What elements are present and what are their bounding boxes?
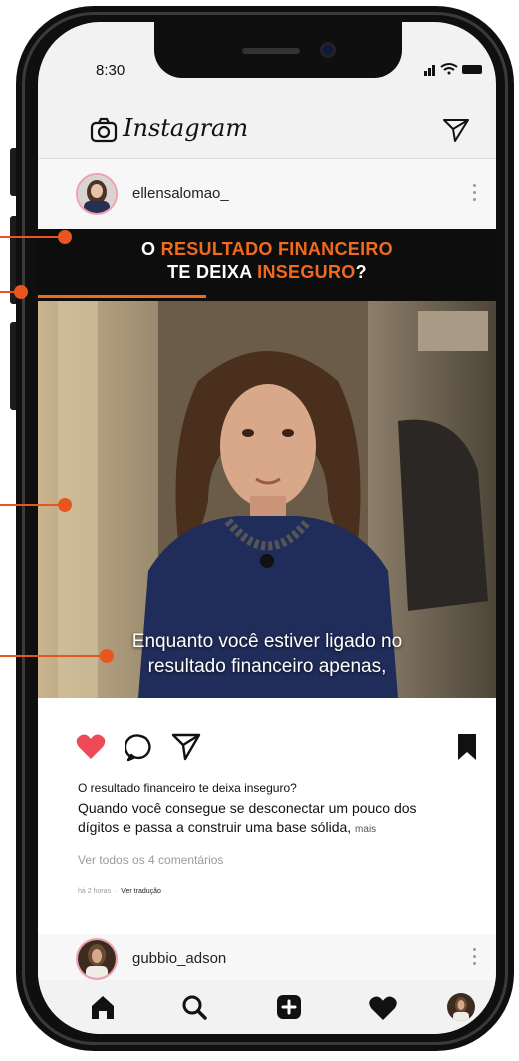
banner-line-2: TE DEIXA INSEGURO? (167, 262, 367, 282)
instagram-logo: Instagram (123, 114, 249, 142)
activity-heart-icon[interactable] (368, 995, 398, 1021)
callout-line-4 (0, 655, 104, 657)
translate-link[interactable]: Ver tradução (121, 888, 161, 895)
bookmark-icon[interactable] (456, 732, 478, 762)
home-icon[interactable] (90, 994, 116, 1020)
bottom-nav (38, 980, 496, 1034)
caption-title: O resultado financeiro te deixa inseguro… (78, 781, 297, 795)
comment-icon[interactable] (125, 733, 155, 763)
post-meta: há 2 horas · Ver tradução (78, 888, 161, 895)
post-time: há 2 horas (78, 888, 112, 895)
banner-line-1: O RESULTADO FINANCEIRO (141, 239, 393, 259)
callout-line-1 (0, 236, 62, 238)
phone-frame: 8:30 Instagram ellensalomao_ O RESULTADO… (16, 6, 514, 1051)
signal-icon (424, 65, 435, 76)
search-icon[interactable] (181, 994, 207, 1020)
speaker-grille (242, 48, 300, 54)
share-icon[interactable] (171, 732, 201, 762)
more-link[interactable]: mais (355, 824, 376, 835)
meta-separator: · (114, 888, 118, 895)
post-actions (38, 698, 496, 778)
phone-notch (154, 22, 402, 78)
phone-screen: 8:30 Instagram ellensalomao_ O RESULTADO… (38, 22, 496, 1034)
add-icon[interactable] (276, 994, 302, 1020)
more-options-icon[interactable] (473, 184, 477, 204)
status-icons (424, 63, 482, 76)
post-username[interactable]: ellensalomao_ (132, 185, 229, 202)
next-post-username[interactable]: gubbio_adson (132, 950, 226, 967)
callout-line-3 (0, 504, 60, 506)
more-options-icon[interactable] (473, 948, 477, 968)
front-camera (320, 42, 336, 58)
callout-dot-3 (58, 498, 72, 512)
post-video[interactable]: Enquanto você estiver ligado no resultad… (38, 301, 496, 698)
profile-avatar[interactable] (447, 993, 475, 1021)
status-time: 8:30 (96, 62, 126, 79)
callout-dot-2 (14, 285, 28, 299)
video-progress-bar (38, 295, 206, 298)
post-caption-area: O resultado financeiro te deixa inseguro… (38, 778, 496, 934)
heart-icon[interactable] (76, 733, 106, 760)
app-header: Instagram (38, 100, 496, 159)
next-post-header: gubbio_adson (38, 934, 496, 981)
post-header: ellensalomao_ (38, 159, 496, 229)
caption-body: Quando você consegue se desconectar um p… (78, 799, 458, 839)
wifi-icon (440, 63, 458, 75)
view-comments-link[interactable]: Ver todos os 4 comentários (78, 853, 223, 867)
paper-plane-icon[interactable] (442, 117, 470, 143)
battery-icon (462, 65, 482, 74)
camera-icon[interactable] (90, 116, 118, 144)
callout-dot-4 (100, 649, 114, 663)
avatar[interactable] (76, 173, 118, 215)
avatar[interactable] (76, 938, 118, 980)
callout-dot-1 (58, 230, 72, 244)
